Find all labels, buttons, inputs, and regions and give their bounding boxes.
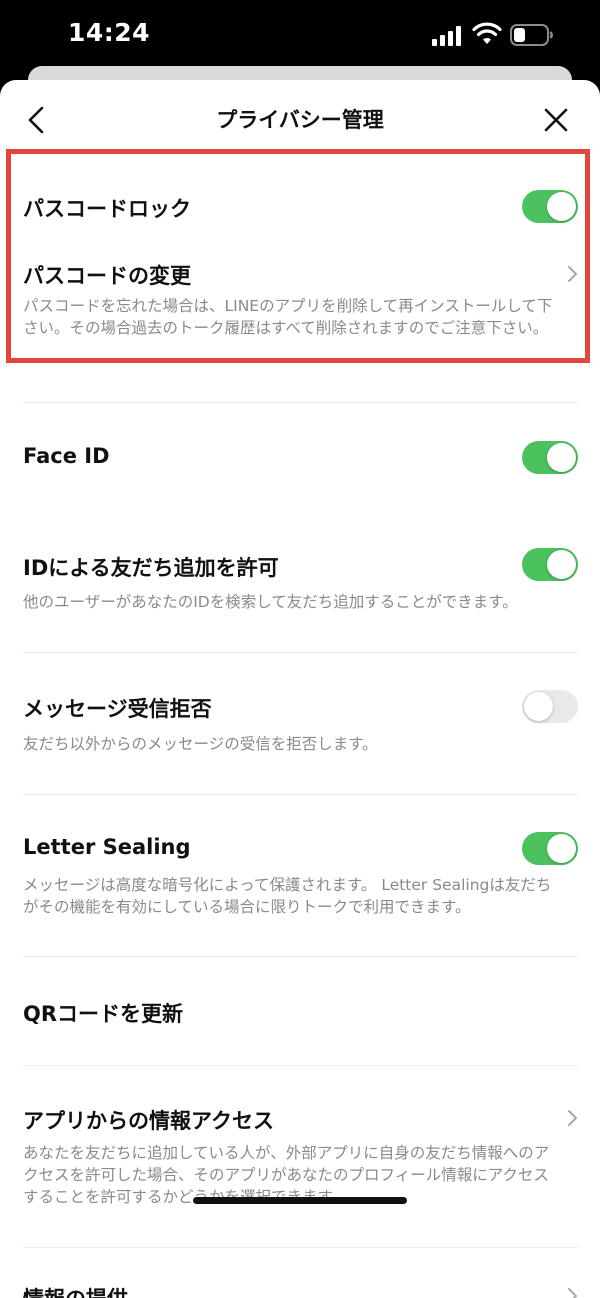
divider	[23, 652, 578, 653]
navigation-bar: プライバシー管理	[0, 80, 600, 158]
toggle-knob	[547, 443, 576, 472]
face-id-toggle[interactable]	[522, 441, 578, 474]
passcode-change-description: パスコードを忘れた場合は、LINEのアプリを削除して再インストールして下さい。そ…	[23, 297, 553, 337]
divider	[23, 1247, 578, 1248]
close-icon[interactable]	[538, 102, 574, 138]
letter-sealing-toggle[interactable]	[522, 832, 578, 865]
home-indicator	[193, 1197, 407, 1204]
info-provision-label[interactable]: 情報の提供	[23, 1283, 128, 1298]
chevron-right-icon[interactable]	[566, 1287, 578, 1298]
status-time: 14:24	[68, 18, 151, 47]
battery-icon	[510, 24, 553, 46]
id-add-friend-description: 他のユーザーがあなたのIDを検索して友だち追加することができます。	[23, 593, 518, 611]
face-id-label: Face ID	[23, 444, 110, 468]
passcode-lock-toggle[interactable]	[522, 190, 578, 223]
app-info-access-label[interactable]: アプリからの情報アクセス	[23, 1105, 274, 1135]
id-add-friend-toggle[interactable]	[522, 548, 578, 581]
toggle-knob	[524, 692, 553, 721]
message-reject-label: メッセージ受信拒否	[23, 697, 212, 721]
toggle-knob	[547, 834, 576, 863]
chevron-right-icon[interactable]	[566, 265, 578, 283]
passcode-lock-label: パスコードロック	[23, 197, 191, 221]
passcode-change-label[interactable]: パスコードの変更	[23, 260, 191, 290]
letter-sealing-label: Letter Sealing	[23, 835, 191, 859]
message-reject-description: 友だち以外からのメッセージの受信を拒否します。	[23, 735, 378, 753]
cellular-signal-icon	[432, 26, 461, 46]
toggle-knob	[547, 550, 576, 579]
message-reject-toggle[interactable]	[522, 690, 578, 723]
divider	[23, 956, 578, 957]
page-title: プライバシー管理	[216, 108, 384, 132]
qr-update-label[interactable]: QRコードを更新	[23, 998, 183, 1028]
divider	[23, 1065, 578, 1066]
divider	[23, 794, 578, 795]
chevron-right-icon[interactable]	[566, 1109, 578, 1127]
toggle-knob	[547, 192, 576, 221]
privacy-settings-sheet: プライバシー管理 パスコードロック パスコードの変更 パスコードを忘れた場合は、…	[0, 80, 600, 1298]
letter-sealing-description: メッセージは高度な暗号化によって保護されます。 Letter Sealingは友…	[23, 876, 552, 916]
wifi-icon	[472, 22, 502, 44]
divider	[23, 402, 578, 403]
id-add-friend-label: IDによる友だち追加を許可	[23, 556, 279, 580]
